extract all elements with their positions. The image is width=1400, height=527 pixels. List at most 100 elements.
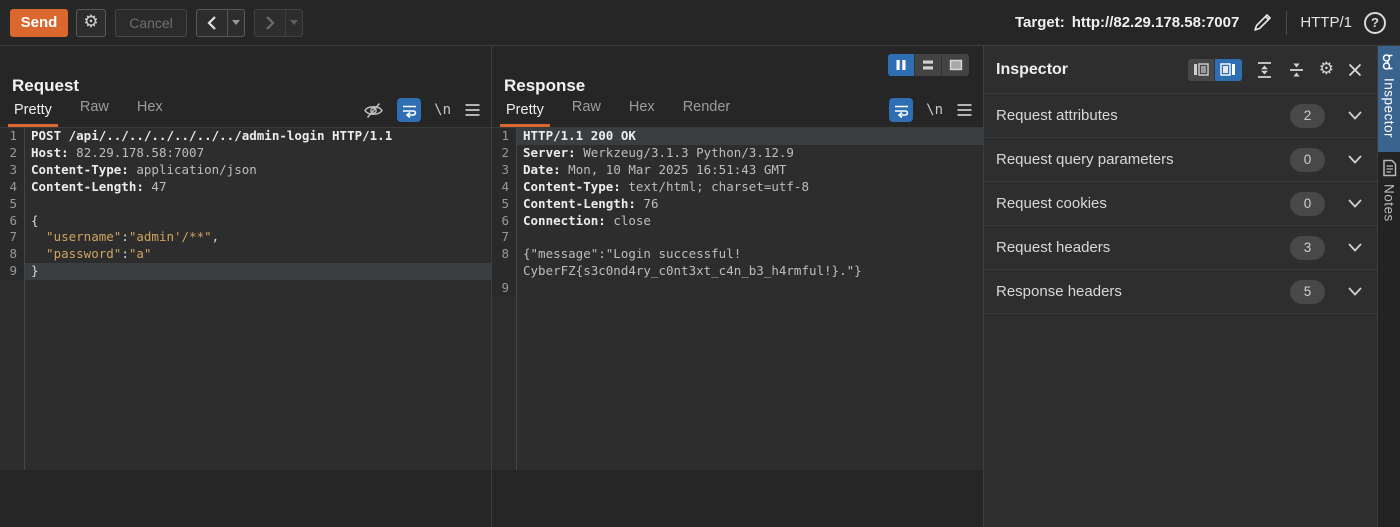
count-badge: 3 (1290, 236, 1325, 260)
request-line: Content-Type: application/json (24, 162, 491, 179)
line-number: 1 (492, 128, 516, 145)
chevron-down-icon (1347, 154, 1363, 165)
layout-columns-button[interactable] (888, 54, 915, 76)
line-number: 5 (0, 196, 24, 213)
toolbar-divider (1286, 11, 1287, 35)
back-history-dropdown[interactable] (227, 10, 244, 36)
target-url: http://82.29.178.58:7007 (1072, 14, 1240, 31)
inspector-row-request-query-parameters[interactable]: Request query parameters 0 (984, 138, 1377, 182)
request-tab-hex[interactable]: Hex (131, 99, 169, 127)
edit-target-pencil-icon[interactable] (1251, 12, 1273, 34)
line-number: 1 (0, 128, 24, 145)
request-tab-raw[interactable]: Raw (74, 99, 115, 127)
dock-right-button[interactable] (1215, 59, 1242, 81)
response-tab-render[interactable]: Render (677, 99, 737, 127)
request-cursor-line: } (24, 263, 491, 280)
target-label: Target: (1015, 14, 1065, 31)
show-newlines-toggle[interactable]: \n (434, 102, 451, 118)
inspector-settings-button[interactable]: ⚙ (1319, 61, 1334, 78)
row-label: Request headers (996, 239, 1110, 256)
response-line (516, 229, 983, 246)
response-line: Server: Werkzeug/3.1.3 Python/3.12.9 (516, 145, 983, 162)
response-editor-menu-button[interactable] (956, 103, 973, 117)
request-editor[interactable]: 1POST /api/../../../../../../admin-login… (0, 128, 491, 470)
response-tab-hex[interactable]: Hex (623, 99, 661, 127)
count-badge: 0 (1290, 148, 1325, 172)
request-tab-pretty[interactable]: Pretty (8, 102, 58, 127)
show-newlines-toggle[interactable]: \n (926, 102, 943, 118)
chevron-down-icon (1347, 242, 1363, 253)
inspector-panel: Inspector (984, 46, 1377, 527)
response-tab-raw[interactable]: Raw (566, 99, 607, 127)
side-tab-notes[interactable]: Notes (1378, 152, 1400, 236)
line-number: 7 (0, 229, 24, 246)
dock-left-button[interactable] (1188, 59, 1215, 81)
columns-layout-icon (895, 59, 907, 71)
line-number: 7 (492, 229, 516, 246)
layout-rows-button[interactable] (915, 54, 942, 76)
request-line: "password":"a" (24, 246, 491, 263)
side-tab-strip: Inspector Notes (1377, 46, 1400, 527)
line-number: 3 (0, 162, 24, 179)
line-number: 4 (0, 179, 24, 196)
inspector-row-request-attributes[interactable]: Request attributes 2 (984, 94, 1377, 138)
inspector-dock-switcher (1188, 59, 1242, 81)
repeater-main: Request Pretty Raw Hex (0, 46, 1400, 527)
send-button[interactable]: Send (10, 9, 68, 37)
cancel-button[interactable]: Cancel (115, 9, 187, 37)
chevron-down-icon (1347, 110, 1363, 121)
single-layout-icon (949, 59, 963, 71)
count-badge: 5 (1290, 280, 1325, 304)
side-tab-label: Notes (1382, 184, 1397, 222)
word-wrap-toggle[interactable] (397, 98, 421, 122)
newline-icon: \n (926, 102, 943, 118)
line-number: 3 (492, 162, 516, 179)
row-label: Request attributes (996, 107, 1118, 124)
forward-button[interactable] (255, 10, 285, 36)
response-tab-pretty[interactable]: Pretty (500, 102, 550, 127)
request-tabs: Pretty Raw Hex \n (0, 96, 491, 128)
send-settings-button[interactable]: ⚙ (76, 9, 106, 37)
request-line: POST /api/../../../../../../admin-login … (24, 128, 491, 145)
side-tab-inspector[interactable]: Inspector (1378, 46, 1400, 152)
view-layout-switcher (888, 54, 969, 76)
dock-left-icon (1193, 63, 1209, 76)
history-back-group (196, 9, 245, 37)
line-number: 8 (0, 246, 24, 263)
inspector-row-request-cookies[interactable]: Request cookies 0 (984, 182, 1377, 226)
line-number: 2 (492, 145, 516, 162)
inspector-glasses-icon (1380, 53, 1398, 71)
request-line: Content-Length: 47 (24, 179, 491, 196)
response-editor[interactable]: 1HTTP/1.1 200 OK 2Server: Werkzeug/3.1.3… (492, 128, 983, 470)
chevron-right-icon (264, 15, 276, 31)
repeater-toolbar: Send ⚙ Cancel Target: http://82.29.178.5… (0, 0, 1400, 46)
request-line: "username":"admin'/**", (24, 229, 491, 246)
request-line (24, 196, 491, 213)
response-tabs: Pretty Raw Hex Render \n (492, 96, 983, 128)
caret-down-icon (232, 20, 240, 25)
request-editor-menu-button[interactable] (464, 103, 481, 117)
row-label: Response headers (996, 283, 1122, 300)
expand-all-icon (1255, 61, 1274, 79)
response-line: Content-Type: text/html; charset=utf-8 (516, 179, 983, 196)
history-forward-group (254, 9, 303, 37)
response-line: Content-Length: 76 (516, 196, 983, 213)
caret-down-icon (290, 20, 298, 25)
inspector-close-button[interactable] (1347, 62, 1363, 78)
inspector-row-response-headers[interactable]: Response headers 5 (984, 270, 1377, 314)
hide-search-eye-slash-icon[interactable] (363, 101, 384, 120)
inspector-row-request-headers[interactable]: Request headers 3 (984, 226, 1377, 270)
layout-single-button[interactable] (942, 54, 969, 76)
collapse-all-button[interactable] (1287, 61, 1306, 79)
forward-history-dropdown[interactable] (285, 10, 302, 36)
chevron-down-icon (1347, 198, 1363, 209)
back-button[interactable] (197, 10, 227, 36)
dock-right-icon (1220, 63, 1236, 76)
expand-all-button[interactable] (1255, 61, 1274, 79)
hamburger-menu-icon (956, 103, 973, 117)
word-wrap-toggle[interactable] (889, 98, 913, 122)
request-line: { (24, 213, 491, 230)
word-wrap-icon (893, 102, 910, 119)
line-number: 5 (492, 196, 516, 213)
help-icon[interactable]: ? (1364, 12, 1386, 34)
